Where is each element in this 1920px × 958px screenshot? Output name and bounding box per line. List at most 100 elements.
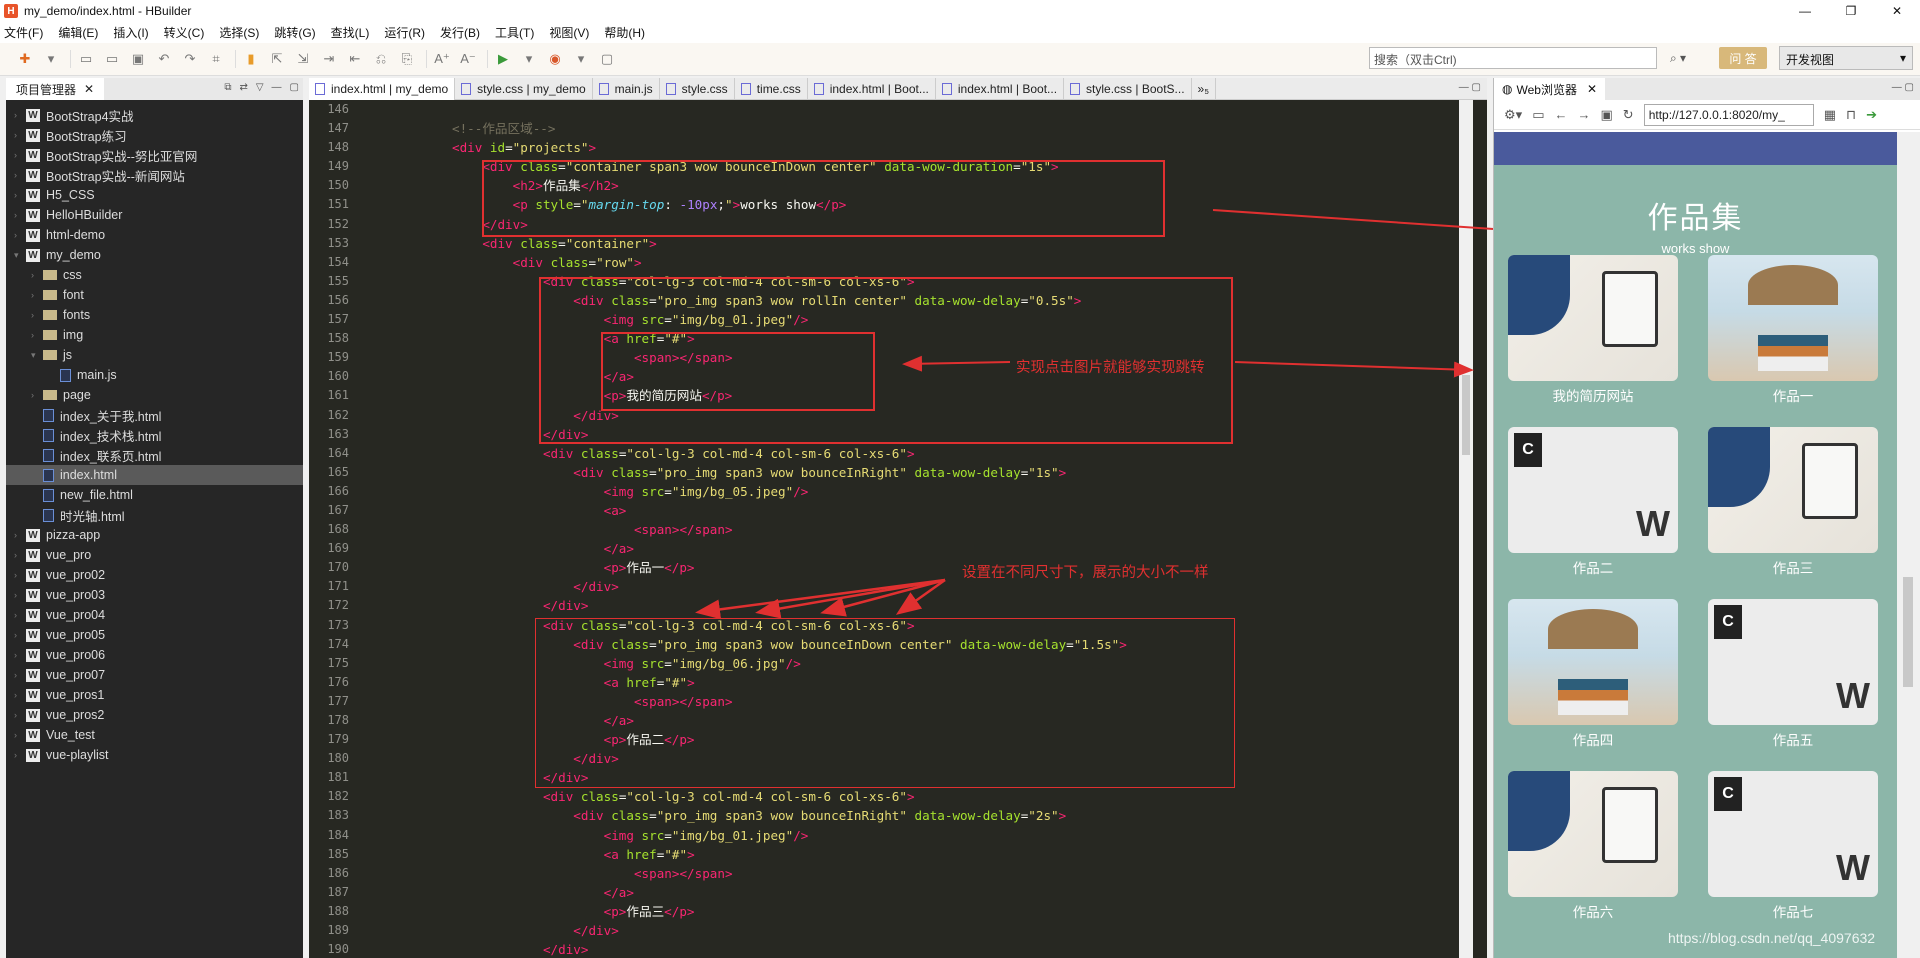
menu-select[interactable]: 选择(S): [219, 24, 259, 41]
project-item[interactable]: › W BootStrap实战--努比亚官网: [6, 145, 303, 165]
editor-tab[interactable]: time.css: [735, 77, 808, 100]
collapsed-arrow-icon[interactable]: ›: [14, 110, 26, 120]
project-item[interactable]: › Wvue_pro03: [6, 585, 303, 605]
forward-icon[interactable]: →: [1577, 107, 1590, 122]
menu-run[interactable]: 运行(R): [384, 24, 425, 41]
minimize-icon[interactable]: —: [1782, 0, 1828, 22]
work-image[interactable]: [1508, 599, 1678, 725]
project-item[interactable]: › Whtml-demo: [6, 225, 303, 245]
save-icon[interactable]: ▭: [75, 48, 97, 70]
code-line[interactable]: </div>: [361, 577, 1461, 596]
editor-tab[interactable]: index.html | Boot...: [936, 77, 1065, 100]
history-back-icon[interactable]: ⎌: [370, 48, 392, 70]
file-item[interactable]: main.js: [6, 365, 303, 385]
editor-scrollbar[interactable]: [1459, 100, 1473, 958]
collapsed-arrow-icon[interactable]: ›: [31, 390, 43, 400]
maximize-icon[interactable]: ▢: [1472, 82, 1481, 93]
code-line[interactable]: <div class="row">: [361, 253, 1461, 272]
project-item[interactable]: › Wvue_pro04: [6, 605, 303, 625]
project-item[interactable]: › W BootStrap4实战: [6, 105, 303, 125]
collapsed-arrow-icon[interactable]: ›: [14, 550, 26, 560]
project-item[interactable]: › Wvue_pros2: [6, 705, 303, 725]
menu-tools[interactable]: 工具(T): [495, 24, 534, 41]
menu-insert[interactable]: 插入(I): [113, 24, 148, 41]
code-line[interactable]: <div class="pro_img span3 wow bounceInRi…: [361, 463, 1461, 482]
collapsed-arrow-icon[interactable]: ›: [14, 190, 26, 200]
collapsed-arrow-icon[interactable]: ›: [14, 670, 26, 680]
work-image[interactable]: [1708, 255, 1878, 381]
search-icon[interactable]: ⌕ ▾: [1660, 49, 1696, 67]
collapsed-arrow-icon[interactable]: ›: [14, 610, 26, 620]
file-item[interactable]: index_联系页.html: [6, 445, 303, 465]
minimize-icon[interactable]: —: [1892, 82, 1902, 93]
file-item[interactable]: index_技术栈.html: [6, 425, 303, 445]
console-icon[interactable]: ▭: [1532, 107, 1544, 123]
work-card[interactable]: 作品七: [1708, 771, 1878, 921]
redo-icon[interactable]: ↷: [179, 48, 201, 70]
save-all-icon[interactable]: ▭: [101, 48, 123, 70]
code-line[interactable]: <div class="col-lg-3 col-md-4 col-sm-6 c…: [361, 787, 1461, 806]
format-icon[interactable]: ⌗: [205, 48, 227, 70]
close-icon[interactable]: ✕: [1587, 82, 1597, 96]
new-icon[interactable]: ✚: [14, 48, 36, 70]
collapsed-arrow-icon[interactable]: ›: [31, 290, 43, 300]
folder-item[interactable]: › fonts: [6, 305, 303, 325]
work-image[interactable]: [1708, 427, 1878, 553]
stop-icon[interactable]: ▣: [1600, 107, 1612, 123]
comment-icon[interactable]: ▢: [596, 48, 618, 70]
bookmark-prev-icon[interactable]: ⇱: [266, 48, 288, 70]
work-card[interactable]: 作品四: [1508, 599, 1678, 749]
collapsed-arrow-icon[interactable]: ›: [31, 310, 43, 320]
goto-def-icon[interactable]: ⇤: [344, 48, 366, 70]
dropdown-arrow-icon[interactable]: ▾: [40, 48, 62, 70]
file-item[interactable]: new_file.html: [6, 485, 303, 505]
work-card[interactable]: 作品一: [1708, 255, 1878, 405]
project-item[interactable]: › Wvue_pro: [6, 545, 303, 565]
close-icon[interactable]: ✕: [1874, 0, 1920, 22]
code-line[interactable]: <span></span>: [361, 864, 1461, 883]
url-input[interactable]: http://127.0.0.1:8020/my_: [1643, 103, 1814, 126]
code-line[interactable]: <div id="projects">: [361, 138, 1461, 157]
work-card[interactable]: 作品二: [1508, 427, 1678, 577]
work-image[interactable]: [1508, 255, 1678, 381]
expanded-arrow-icon[interactable]: ▾: [14, 250, 26, 261]
tab-project-manager[interactable]: 项目管理器 ✕: [6, 78, 105, 100]
folder-item[interactable]: ▾ js: [6, 345, 303, 365]
editor-tab[interactable]: index.html | Boot...: [808, 77, 936, 100]
project-item[interactable]: › W H5_CSS: [6, 185, 303, 205]
qr-code-icon[interactable]: ▦: [1824, 107, 1836, 123]
project-item[interactable]: › Wvue_pro02: [6, 565, 303, 585]
code-line[interactable]: <div class="col-lg-3 col-md-4 col-sm-6 c…: [361, 444, 1461, 463]
editor-tab[interactable]: style.css: [660, 77, 735, 100]
goto-line-icon[interactable]: ⇥: [318, 48, 340, 70]
project-item[interactable]: › Wvue_pro05: [6, 625, 303, 645]
close-icon[interactable]: ✕: [84, 82, 94, 96]
file-item[interactable]: index_关于我.html: [6, 405, 303, 425]
code-line[interactable]: </div>: [361, 940, 1461, 958]
scrollbar-thumb[interactable]: [1903, 577, 1913, 687]
back-icon[interactable]: ←: [1554, 107, 1567, 122]
undo-icon[interactable]: ↶: [153, 48, 175, 70]
menu-find[interactable]: 查找(L): [331, 24, 370, 41]
file-item[interactable]: index.html: [6, 465, 303, 485]
minimize-icon[interactable]: —: [272, 82, 282, 93]
project-item[interactable]: › Wvue_pro06: [6, 645, 303, 665]
menu-publish[interactable]: 发行(B): [440, 24, 480, 41]
collapsed-arrow-icon[interactable]: ›: [31, 330, 43, 340]
work-image[interactable]: [1508, 771, 1678, 897]
refresh-icon[interactable]: ↻: [1623, 107, 1634, 123]
collapsed-arrow-icon[interactable]: ›: [14, 630, 26, 640]
maximize-icon[interactable]: ❐: [1828, 0, 1874, 22]
editor-tab[interactable]: main.js: [593, 77, 660, 100]
work-image[interactable]: [1708, 771, 1878, 897]
run-icon[interactable]: ▶: [492, 48, 514, 70]
menu-help[interactable]: 帮助(H): [604, 24, 645, 41]
code-line[interactable]: </a>: [361, 883, 1461, 902]
project-item[interactable]: › Wvue_pro07: [6, 665, 303, 685]
project-item[interactable]: › W Vue_test: [6, 725, 303, 745]
font-decrease-icon[interactable]: A⁻: [457, 48, 479, 70]
view-select[interactable]: 开发视图 ▾: [1779, 46, 1913, 70]
code-line[interactable]: <a>: [361, 501, 1461, 520]
menu-edit[interactable]: 编辑(E): [58, 24, 98, 41]
folder-item[interactable]: › font: [6, 285, 303, 305]
